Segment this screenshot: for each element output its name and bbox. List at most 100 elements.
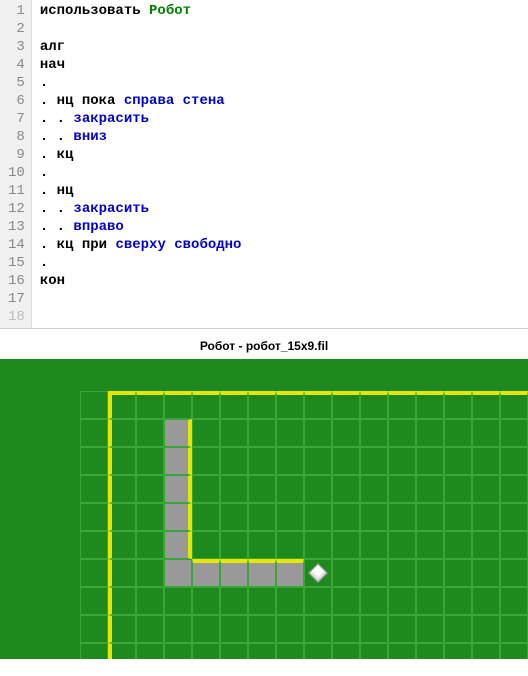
code-line[interactable]: нач [40,56,520,74]
grid-cell [332,587,360,615]
grid-cell [472,419,500,447]
grid-cell [388,503,416,531]
line-number: 7 [8,110,25,128]
grid-cell [136,503,164,531]
grid-cell [416,475,444,503]
code-line[interactable]: кон [40,272,520,290]
grid-cell [164,615,192,643]
grid-cell [388,559,416,587]
code-line[interactable]: . . закрасить [40,200,520,218]
grid-cell [416,643,444,659]
code-line[interactable] [40,308,520,326]
grid-cell [360,475,388,503]
code-line[interactable] [40,290,520,308]
grid-cell [444,643,472,659]
code-area[interactable]: использовать Роботалгнач.. нц пока справ… [32,0,528,328]
line-number: 2 [8,20,25,38]
grid-cell [388,587,416,615]
grid-cell [360,531,388,559]
line-number: 12 [8,200,25,218]
grid-cell [276,531,304,559]
grid-cell [444,615,472,643]
grid-cell [108,615,136,643]
line-number: 10 [8,164,25,182]
grid-cell [444,559,472,587]
line-number: 5 [8,74,25,92]
grid-cell [500,447,528,475]
grid-cell [108,475,136,503]
code-line[interactable]: . [40,254,520,272]
code-line[interactable]: использовать Робот [40,2,520,20]
code-line[interactable]: . кц при сверху свободно [40,236,520,254]
grid-cell [136,475,164,503]
grid-cell [192,503,220,531]
grid-cell [388,419,416,447]
grid-cell [472,447,500,475]
line-number: 11 [8,182,25,200]
grid-cell [80,531,108,559]
grid-cell [500,391,528,419]
grid-cell [192,419,220,447]
grid-cell [304,475,332,503]
grid-cell [108,391,136,419]
grid-cell [276,643,304,659]
grid-cell [500,615,528,643]
grid-cell [192,587,220,615]
code-line[interactable]: . кц [40,146,520,164]
line-number: 14 [8,236,25,254]
code-line[interactable] [40,20,520,38]
grid-cell [472,475,500,503]
line-number: 15 [8,254,25,272]
line-number: 18 [8,308,25,326]
grid-cell [136,531,164,559]
grid-cell [248,503,276,531]
grid-cell [276,503,304,531]
grid-cell [220,419,248,447]
grid-cell [108,643,136,659]
grid-cell [248,643,276,659]
grid-cell [164,587,192,615]
grid-cell [304,419,332,447]
grid-cell [220,559,248,587]
line-number: 16 [8,272,25,290]
line-number: 6 [8,92,25,110]
grid-cell [360,419,388,447]
code-line[interactable]: . нц пока справа стена [40,92,520,110]
line-number: 3 [8,38,25,56]
robot-field [0,359,528,659]
grid-cell [276,391,304,419]
grid-cell [416,559,444,587]
grid-cell [444,391,472,419]
code-line[interactable]: . . закрасить [40,110,520,128]
grid-cell [444,503,472,531]
code-line[interactable]: . [40,164,520,182]
code-line[interactable]: . . вниз [40,128,520,146]
grid-cell [108,531,136,559]
grid-cell [388,615,416,643]
code-line[interactable]: . нц [40,182,520,200]
grid-cell [220,531,248,559]
grid-cell [136,615,164,643]
robot-field-panel: Робот - робот_15x9.fil [0,329,528,659]
grid-cell [276,447,304,475]
grid-cell [220,643,248,659]
grid-cell [332,531,360,559]
code-editor: 123456789101112131415161718 использовать… [0,0,528,329]
grid-cell [136,447,164,475]
grid-cell [332,447,360,475]
grid-cell [444,419,472,447]
code-line[interactable]: . [40,74,520,92]
grid-cell [332,419,360,447]
grid-cell [360,391,388,419]
grid-cell [276,475,304,503]
grid-cell [136,643,164,659]
grid-cell [360,447,388,475]
grid-cell [332,391,360,419]
grid-cell [444,587,472,615]
code-line[interactable]: . . вправо [40,218,520,236]
grid-cell [248,615,276,643]
grid-cell [136,559,164,587]
grid-cell [332,559,360,587]
code-line[interactable]: алг [40,38,520,56]
grid-cell [500,531,528,559]
